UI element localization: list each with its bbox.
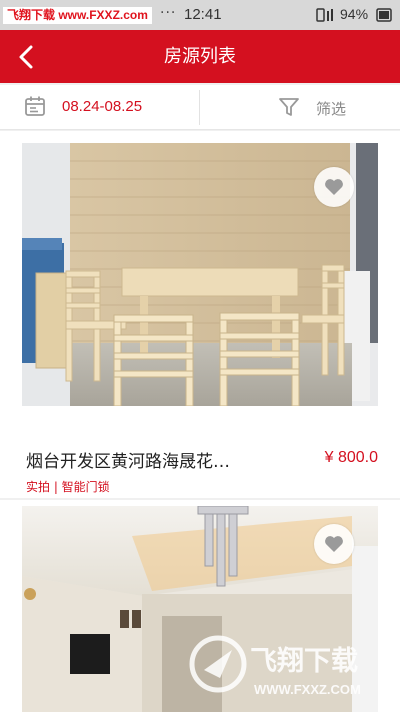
listing-card[interactable]: 烟台开发区黄河路海晟花… ¥ 800.0 实拍 | 智能门锁 <box>0 131 400 498</box>
watermark-graphic: 飞翔下载 WWW.FXXZ.COM <box>189 635 361 697</box>
watermark-logo: 飞翔下载 WWW.FXXZ.COM <box>182 632 388 702</box>
watermark-brand: 飞翔下载 <box>250 646 358 677</box>
watermark-url: WWW.FXXZ.COM <box>254 682 361 697</box>
status-time: 12:41 <box>184 6 222 23</box>
heart-icon <box>325 536 343 552</box>
date-range-selector[interactable]: 08.24-08.25 <box>0 85 199 130</box>
listing-price: ¥ 800.0 <box>324 449 378 466</box>
watermark-banner: 飞翔下载 www.FXXZ.com <box>3 7 152 24</box>
battery-icon <box>376 8 392 22</box>
listing-title: 烟台开发区黄河路海晟花… <box>26 452 230 472</box>
signal-icon <box>316 8 333 22</box>
battery-percent: 94% <box>340 6 369 22</box>
page-title: 房源列表 <box>164 46 236 67</box>
date-range-label: 08.24-08.25 <box>62 98 143 115</box>
favorite-button[interactable] <box>314 524 354 564</box>
notification-dots: ··· <box>160 5 177 21</box>
filter-label: 筛选 <box>316 100 347 118</box>
filter-bar: 08.24-08.25 筛选 <box>0 85 400 130</box>
status-bar: 飞翔下载 www.FXXZ.com ··· 12:41 94% <box>0 0 400 30</box>
funnel-icon <box>279 98 299 116</box>
favorite-button[interactable] <box>314 167 354 207</box>
heart-icon <box>325 179 343 195</box>
app-header: 房源列表 <box>0 30 400 83</box>
filter-button[interactable]: 筛选 <box>200 85 400 130</box>
listing-photo[interactable] <box>22 143 378 406</box>
calendar-icon <box>25 96 45 116</box>
listing-tags: 实拍 | 智能门锁 <box>26 480 110 494</box>
